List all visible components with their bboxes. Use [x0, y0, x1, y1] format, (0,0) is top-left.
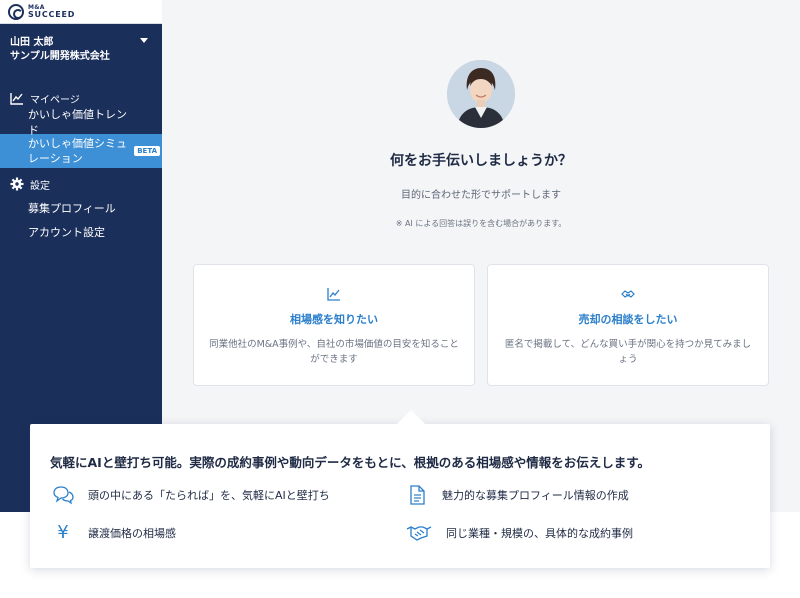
- feature-item: 同じ業種・規模の、具体的な成約事例: [406, 522, 633, 544]
- beta-badge: BETA: [134, 146, 160, 156]
- sidebar-item-label: 募集プロフィール: [28, 202, 116, 215]
- page-subtitle: 目的に合わせた形でサポートします: [401, 190, 561, 201]
- yen-icon: ¥: [57, 522, 69, 543]
- user-menu[interactable]: 山田 太郎 サンプル開発株式会社: [0, 24, 162, 90]
- section-settings: 設定: [0, 176, 162, 192]
- gear-icon: [10, 177, 24, 191]
- chat-bubbles-icon: [53, 486, 74, 505]
- logo[interactable]: M&A SUCCEED: [0, 0, 162, 24]
- handshake-icon: [621, 290, 635, 298]
- section-mypage: マイページ: [0, 90, 162, 106]
- card-title: 相場感を知りたい: [290, 313, 378, 326]
- document-icon: [410, 485, 425, 505]
- feature-label: 頭の中にある「たられば」を、気軽にAIと壁打ち: [88, 489, 330, 502]
- sidebar-item-label: アカウント設定: [28, 226, 105, 239]
- card-sale-consult[interactable]: 売却の相談をしたい 匿名で掲載して、どんな買い手が関心を持つか見てみましょう: [487, 264, 769, 386]
- logo-mark-icon: [8, 3, 24, 20]
- sidebar-item-account-settings[interactable]: アカウント設定: [0, 220, 162, 244]
- card-description: 同業他社のM&A事例や、自社の市場価値の目安を知ることができます: [209, 339, 459, 365]
- user-company: サンプル開発株式会社: [10, 51, 110, 62]
- user-name: 山田 太郎: [10, 37, 54, 48]
- sidebar-item-value-simulation[interactable]: かいしゃ価値シミュレーション BETA: [0, 134, 162, 168]
- feature-item: 頭の中にある「たられば」を、気軽にAIと壁打ち: [52, 484, 330, 506]
- feature-label: 魅力的な募集プロフィール情報の作成: [442, 489, 629, 502]
- card-title: 売却の相談をしたい: [578, 313, 678, 326]
- section-settings-label: 設定: [30, 180, 50, 192]
- chart-line-icon: [327, 288, 340, 301]
- sidebar-item-value-trend[interactable]: かいしゃ価値トレンド: [0, 108, 162, 137]
- sidebar-item-label: かいしゃ価値シミュレーション: [28, 137, 127, 165]
- chevron-down-icon[interactable]: [140, 38, 148, 43]
- sidebar-item-label: かいしゃ価値トレンド: [28, 108, 127, 137]
- popup-headline: 気軽にAIと壁打ち可能。実際の成約事例や動向データをもとに、根拠のある相場感や情…: [50, 455, 650, 470]
- feature-item: 魅力的な募集プロフィール情報の作成: [406, 484, 629, 506]
- logo-text-bottom: SUCCEED: [28, 9, 76, 19]
- chart-line-icon: [10, 93, 23, 105]
- assistant-avatar: [447, 60, 515, 128]
- ai-disclaimer: ※ AI による回答は誤りを含む場合があります。: [395, 219, 567, 228]
- card-description: 匿名で掲載して、どんな買い手が関心を持つか見てみましょう: [504, 339, 752, 365]
- sidebar-item-recruit-profile[interactable]: 募集プロフィール: [0, 196, 162, 220]
- feature-item: ¥ 譲渡価格の相場感: [52, 522, 176, 543]
- section-mypage-label: マイページ: [30, 94, 80, 106]
- feature-popup: 気軽にAIと壁打ち可能。実際の成約事例や動向データをもとに、根拠のある相場感や情…: [30, 410, 770, 568]
- card-market-price[interactable]: 相場感を知りたい 同業他社のM&A事例や、自社の市場価値の目安を知ることができま…: [193, 264, 475, 386]
- feature-label: 同じ業種・規模の、具体的な成約事例: [446, 527, 633, 540]
- handshake-icon: [406, 526, 432, 541]
- page-title: 何をお手伝いしましょうか？: [390, 153, 572, 169]
- feature-label: 譲渡価格の相場感: [88, 526, 176, 540]
